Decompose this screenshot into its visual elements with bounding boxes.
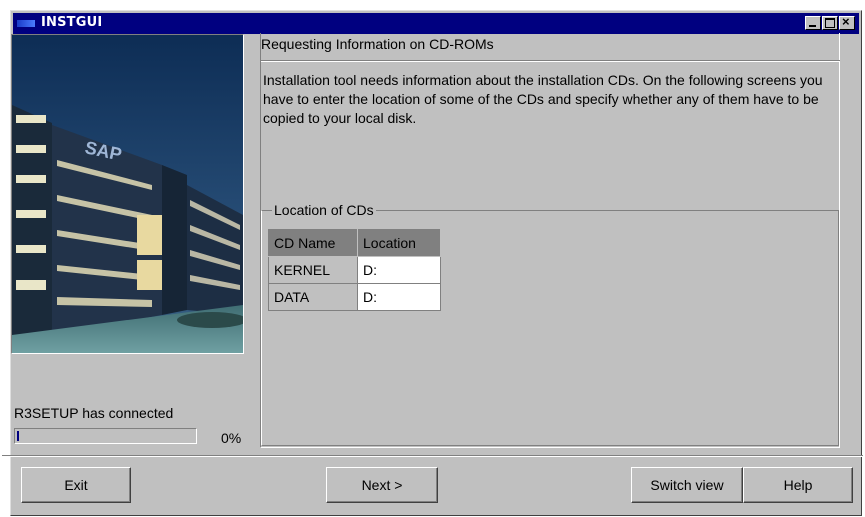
page-title: Requesting Information on CD-ROMs [261, 36, 494, 52]
window-title: INSTGUI [41, 15, 103, 30]
column-header-cd-name[interactable]: CD Name [268, 229, 358, 257]
close-button[interactable]: × [839, 14, 855, 30]
maximize-icon [825, 18, 835, 28]
table-row: DATA D: [268, 283, 441, 311]
progress-fill [17, 431, 19, 441]
minimize-icon [809, 25, 816, 27]
column-header-location[interactable]: Location [357, 229, 441, 257]
progress-percent: 0% [221, 430, 242, 446]
cd-name-cell: KERNEL [268, 256, 358, 284]
group-label: Location of CDs [272, 202, 376, 218]
table-header-row: CD Name Location [268, 229, 441, 257]
progress-bar [14, 428, 197, 444]
window-controls: × [804, 14, 855, 30]
location-cell[interactable]: D: [357, 283, 441, 311]
minimize-button[interactable] [805, 16, 821, 30]
close-icon: × [842, 14, 850, 29]
title-bar[interactable]: INSTGUI × [13, 13, 859, 34]
maximize-button[interactable] [822, 16, 838, 30]
button-bar-divider [2, 455, 863, 457]
next-button[interactable]: Next > [326, 467, 438, 503]
connection-status: R3SETUP has connected [14, 405, 174, 421]
building-photo-svg: SAP [12, 35, 243, 353]
exit-button[interactable]: Exit [21, 467, 131, 503]
heading-divider [261, 60, 840, 62]
help-button[interactable]: Help [743, 467, 853, 503]
description-text: Installation tool needs information abou… [263, 72, 823, 126]
table-row: KERNEL D: [268, 256, 441, 284]
location-cell[interactable]: D: [357, 256, 441, 284]
sap-building-image: SAP [11, 34, 244, 354]
switch-view-button[interactable]: Switch view [631, 467, 743, 503]
cd-name-cell: DATA [268, 283, 358, 311]
app-icon [17, 20, 35, 27]
cd-table: CD Name Location KERNEL D: DATA D: [268, 229, 441, 311]
